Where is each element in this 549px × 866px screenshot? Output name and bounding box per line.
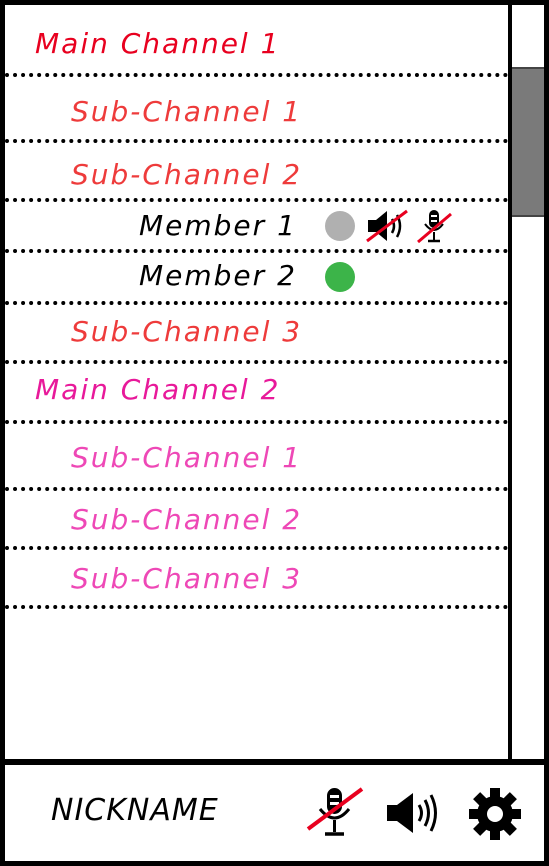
channel-label: Sub-Channel 2 bbox=[71, 158, 303, 191]
gear-icon[interactable] bbox=[468, 787, 522, 841]
scrollbar-thumb[interactable] bbox=[512, 67, 544, 217]
scrollbar[interactable] bbox=[512, 5, 544, 759]
channel-row-main-1[interactable]: Main Channel 1 bbox=[5, 5, 508, 77]
member-name: Member 1 bbox=[139, 209, 297, 242]
speaker-muted-icon[interactable] bbox=[365, 209, 409, 243]
footer-bar: NICKNAME bbox=[5, 765, 544, 861]
channel-label: Main Channel 1 bbox=[35, 27, 281, 60]
microphone-muted-icon[interactable] bbox=[415, 208, 453, 246]
channel-label: Sub-Channel 1 bbox=[71, 441, 303, 474]
microphone-muted-icon[interactable] bbox=[305, 785, 365, 839]
channel-row-main1-sub-3[interactable]: Sub-Channel 3 bbox=[5, 305, 508, 364]
channel-row-main2-sub-2[interactable]: Sub-Channel 2 bbox=[5, 491, 508, 550]
speaker-icon[interactable] bbox=[385, 791, 441, 835]
channel-label: Sub-Channel 3 bbox=[71, 315, 303, 348]
member-name: Member 2 bbox=[139, 259, 297, 292]
nickname-label: NICKNAME bbox=[51, 793, 219, 828]
channel-list: Main Channel 1 Sub-Channel 1 Sub-Channel… bbox=[5, 5, 508, 759]
channel-row-main1-sub-2[interactable]: Sub-Channel 2 bbox=[5, 143, 508, 202]
member-row-2[interactable]: Member 2 bbox=[5, 253, 508, 305]
channel-row-main1-sub-1[interactable]: Sub-Channel 1 bbox=[5, 77, 508, 143]
channel-label: Sub-Channel 1 bbox=[71, 95, 303, 128]
channel-label: Sub-Channel 3 bbox=[71, 562, 303, 595]
channel-row-main-2[interactable]: Main Channel 2 bbox=[5, 364, 508, 424]
member-row-1[interactable]: Member 1 bbox=[5, 202, 508, 253]
status-indicator-idle bbox=[325, 211, 355, 241]
channel-row-main2-sub-3[interactable]: Sub-Channel 3 bbox=[5, 550, 508, 609]
channel-label: Sub-Channel 2 bbox=[71, 503, 303, 536]
channel-row-main2-sub-1[interactable]: Sub-Channel 1 bbox=[5, 424, 508, 491]
status-indicator-active bbox=[325, 262, 355, 292]
channel-label: Main Channel 2 bbox=[35, 373, 281, 406]
